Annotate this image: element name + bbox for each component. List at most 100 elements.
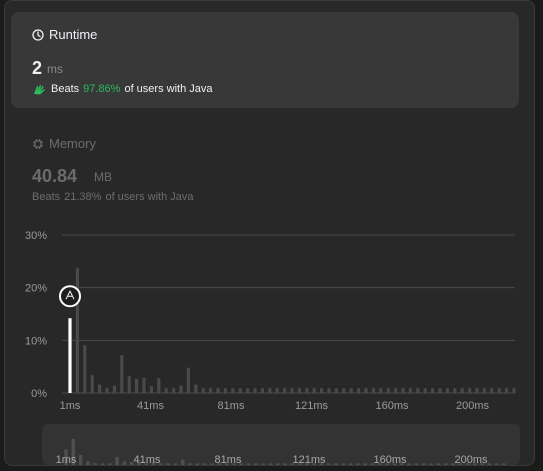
chart-bar (431, 388, 435, 393)
chart-bar (445, 388, 449, 393)
chart-bar (290, 388, 294, 393)
chart-bar (75, 268, 79, 393)
chart-bar (305, 388, 309, 393)
chart-bar (172, 388, 176, 393)
overview-bar (363, 463, 367, 465)
overview-bar (254, 463, 258, 465)
chart-bar (342, 388, 346, 393)
chart-bar (423, 388, 427, 393)
chart-bar (364, 388, 368, 393)
chart-bar (460, 388, 464, 393)
overview-bar (108, 463, 112, 465)
chart-bar (83, 345, 87, 393)
chart-bar (186, 367, 190, 393)
chart-bar (453, 388, 457, 393)
chart-bar (135, 378, 139, 393)
chart-bar (216, 388, 220, 393)
chart-bar (149, 386, 153, 393)
chart-bar (357, 388, 361, 393)
overview-bar (195, 463, 200, 465)
chart-bar (408, 388, 412, 393)
x-tick-label: 160ms (375, 400, 409, 412)
chart-bar (468, 388, 472, 393)
overview-bar (166, 463, 170, 465)
chart-bar (90, 375, 94, 393)
overview-bar (115, 457, 119, 465)
chart-bar (327, 388, 331, 393)
overview-bar (443, 463, 448, 465)
chart-bar (194, 384, 198, 393)
y-tick-label: 0% (31, 388, 47, 400)
chart-bar (490, 388, 494, 393)
highlighted-bar (68, 318, 72, 393)
overview-bar (436, 463, 440, 465)
chart-bar (127, 376, 131, 393)
overview-bar (188, 463, 192, 465)
overview-tick-label: 200ms (454, 454, 488, 465)
chart-bar (260, 388, 264, 393)
overview-bar (495, 463, 499, 465)
runtime-distribution-chart[interactable]: 30% 20% 10% 0% 1ms 41ms 81ms 121ms 160ms 200ms (0, 0, 543, 420)
chart-bar (482, 388, 486, 393)
chart-bar (105, 387, 109, 393)
overview-bar (414, 463, 419, 465)
x-tick-label: 81ms (218, 400, 245, 412)
overview-bar (93, 463, 97, 465)
chart-bar (371, 388, 375, 393)
chart-bar (505, 388, 509, 393)
overview-tick-label: 1ms (56, 454, 77, 465)
overview-bar (407, 463, 411, 465)
overview-bar (100, 463, 105, 465)
chart-bar (98, 384, 102, 393)
chart-bar (231, 388, 235, 393)
chart-overview-scrollbar[interactable]: 1ms 41ms 81ms 121ms 160ms 200ms (42, 424, 520, 465)
chart-bar (512, 388, 516, 393)
chart-bar (253, 388, 257, 393)
chart-bar (223, 388, 227, 393)
chart-bar (386, 388, 390, 393)
chart-bar (246, 388, 250, 393)
chart-bar (497, 388, 501, 393)
chart-bar (312, 388, 316, 393)
chart-bar (209, 388, 213, 393)
chart-bar (268, 388, 272, 393)
overview-bar (173, 463, 178, 465)
overview-bar (203, 463, 207, 465)
overview-tick-label: 121ms (292, 454, 326, 465)
chart-bar (349, 388, 353, 393)
overview-bar (422, 463, 426, 465)
x-tick-label: 200ms (456, 400, 490, 412)
x-tick-label: 1ms (60, 400, 81, 412)
chart-bar (275, 388, 279, 393)
overview-bar (86, 461, 90, 465)
overview-bar (261, 463, 265, 465)
overview-bar (356, 463, 360, 465)
x-tick-label: 121ms (295, 400, 329, 412)
y-tick-label: 20% (25, 283, 47, 295)
overview-bar (283, 463, 287, 465)
user-avatar-icon (59, 285, 81, 308)
overview-bar (276, 463, 280, 465)
chart-bar (120, 355, 124, 393)
overview-bar (487, 463, 492, 465)
chart-bar (112, 385, 116, 393)
chart-bar (475, 388, 479, 393)
chart-bar (334, 388, 338, 393)
chart-bar (379, 388, 383, 393)
y-tick-label: 10% (25, 335, 47, 347)
chart-bar (157, 378, 161, 393)
overview-tick-label: 81ms (215, 454, 242, 465)
chart-bar (283, 388, 287, 393)
overview-tick-label: 160ms (373, 454, 407, 465)
overview-bar (210, 463, 214, 465)
overview-bar (327, 463, 331, 465)
chart-bar (416, 388, 420, 393)
chart-bar (238, 388, 242, 393)
chart-bar (394, 388, 398, 393)
overview-bar (181, 459, 185, 465)
chart-bar (179, 385, 183, 393)
overview-bar (502, 463, 506, 465)
chart-bar (201, 388, 205, 393)
overview-tick-label: 41ms (134, 454, 161, 465)
chart-bar (164, 388, 168, 393)
